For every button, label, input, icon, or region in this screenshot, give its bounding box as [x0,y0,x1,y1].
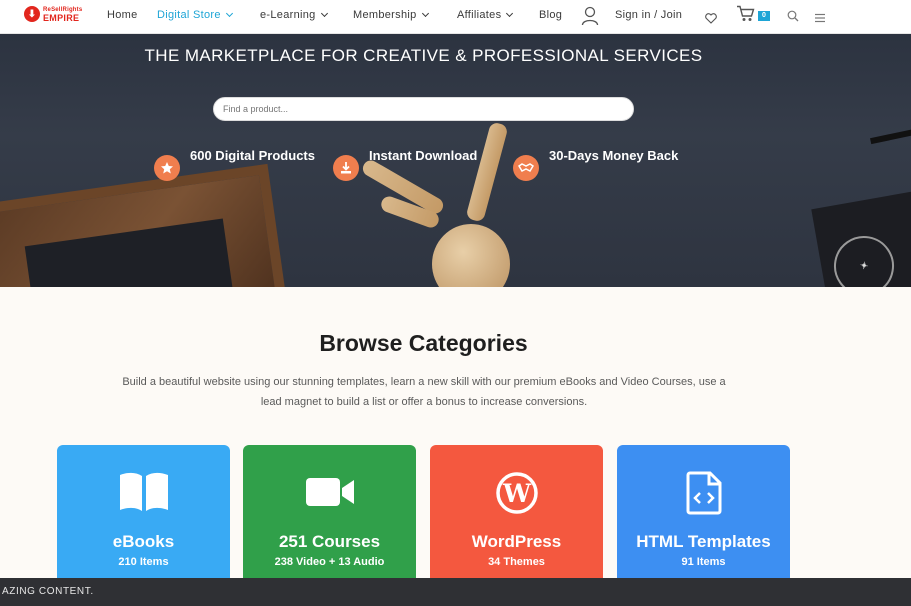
menu-icon[interactable] [815,10,825,28]
browse-categories-title: Browse Categories [319,330,528,356]
category-count: 91 Items [681,556,726,568]
book-icon [57,471,230,513]
heart-icon[interactable] [705,11,717,29]
category-count: 34 Themes [488,556,545,568]
category-card-html-templates[interactable]: HTML Templates 91 Items [617,445,790,593]
category-card-wordpress[interactable]: W WordPress 34 Themes [430,445,603,593]
nav-e-learning[interactable]: e-Learning [260,9,328,21]
category-title: WordPress [471,532,562,551]
feature-label: Instant Download [369,148,478,163]
chevron-down-icon [421,9,429,18]
hero-decor-mannequin [432,224,510,287]
feature-label: 30-Days Money Back [549,148,679,163]
chevron-down-icon [506,9,514,18]
feature-money-back: 30-Days Money Back [513,148,678,181]
category-title: HTML Templates [636,532,771,551]
category-card-courses[interactable]: 251 Courses 238 Video + 13 Audio [243,445,416,593]
code-file-icon [617,471,790,515]
logo-download-icon: ⬇ [24,6,40,22]
feature-label: 600 Digital Products [190,148,315,163]
logo-text-bottom: EMPIRE [43,13,80,23]
category-count: 238 Video + 13 Audio [274,556,385,568]
nav-membership[interactable]: Membership [353,9,429,21]
star-icon [154,155,180,181]
hero-title: THE MARKETPLACE FOR CREATIVE & PROFESSIO… [144,46,703,65]
video-camera-icon [243,471,416,513]
bottom-ticker-bar: AZING CONTENT. [0,578,911,606]
search-icon[interactable] [787,9,799,27]
svg-text:W: W [501,479,531,508]
category-card-ebooks[interactable]: eBooks 210 Items [57,445,230,593]
wordpress-icon: W [430,471,603,515]
category-title: 251 Courses [278,532,381,551]
product-search-input[interactable] [213,97,634,121]
browse-categories-description: Build a beautiful website using our stun… [122,376,726,408]
chevron-down-icon [225,9,233,18]
handshake-icon [513,155,539,181]
cart-icon[interactable] [736,5,756,27]
feature-instant-download: Instant Download [333,148,477,181]
category-title: eBooks [112,532,175,551]
signin-link[interactable]: Sign in / Join [615,9,682,21]
top-nav: ⬇ ReSellRights EMPIRE Home Digital Store… [0,0,911,34]
chevron-down-icon [320,9,328,18]
nav-home[interactable]: Home [107,9,138,21]
cart-count-badge: 0 [758,11,770,21]
ticker-text: AZING CONTENT. [2,586,94,597]
nav-digital-store[interactable]: Digital Store [157,9,233,21]
category-count: 210 Items [118,556,169,568]
site-logo[interactable]: ⬇ ReSellRights EMPIRE [24,6,82,23]
user-icon[interactable] [581,6,599,31]
feature-digital-products: 600 Digital Products [154,148,315,181]
download-icon [333,155,359,181]
nav-affiliates[interactable]: Affiliates [457,9,514,21]
hero-banner: ✦ THE MARKETPLACE FOR CREATIVE & PROFESS… [0,34,911,287]
nav-blog[interactable]: Blog [539,9,562,21]
